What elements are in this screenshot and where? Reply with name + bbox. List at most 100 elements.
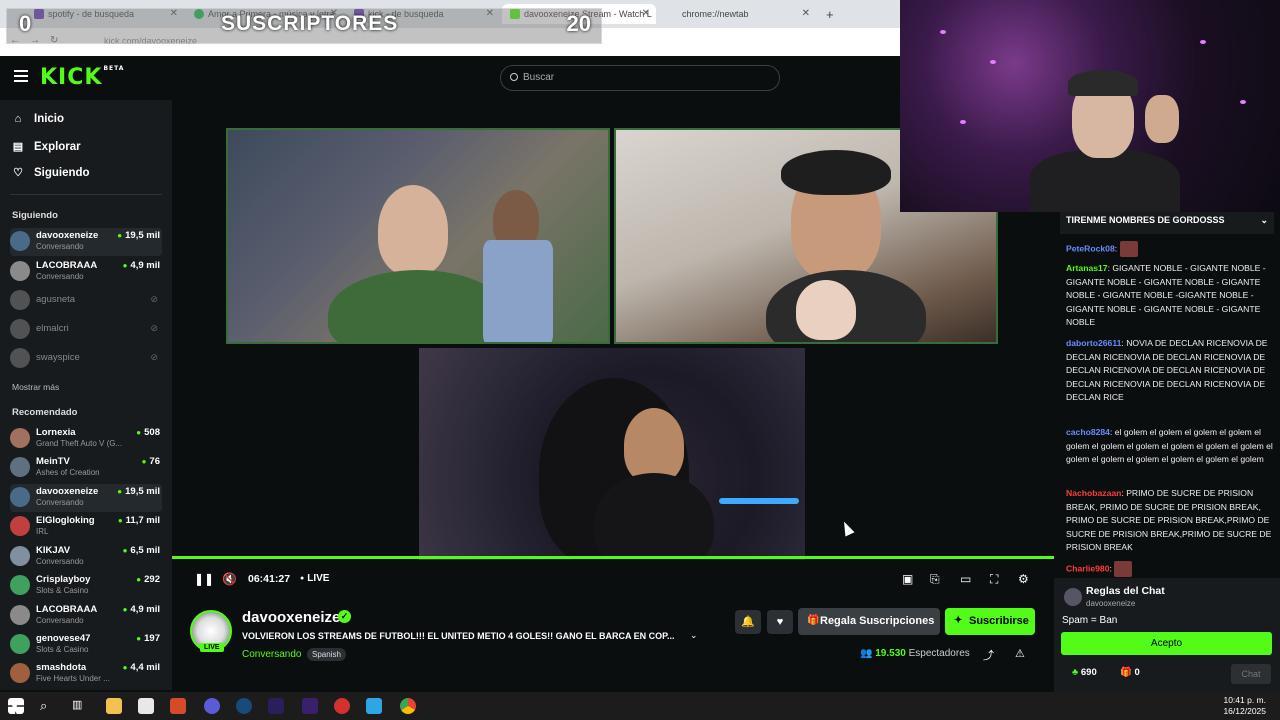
avatar bbox=[10, 487, 30, 507]
calendar-icon[interactable] bbox=[138, 698, 154, 714]
gift-count[interactable]: 🎁 0 bbox=[1120, 667, 1140, 678]
chat-message: Charlie980: bbox=[1066, 561, 1276, 577]
hand-figure bbox=[796, 280, 856, 340]
media-encoder-icon[interactable] bbox=[302, 698, 318, 714]
emote-icon bbox=[1114, 561, 1133, 577]
divider bbox=[10, 194, 162, 195]
chevron-down-icon[interactable]: ⌄ bbox=[1260, 215, 1268, 226]
recommended-section-title: Recomendado bbox=[12, 407, 78, 418]
chat-send-button[interactable]: Chat bbox=[1231, 664, 1271, 684]
subscribe-button[interactable]: ✦ Suscribirse bbox=[945, 608, 1035, 635]
new-tab-button[interactable]: + bbox=[818, 4, 838, 24]
progress-bar[interactable] bbox=[172, 556, 1054, 559]
led-strip bbox=[719, 498, 799, 504]
language-tag[interactable]: Spanish bbox=[307, 648, 346, 661]
avatar bbox=[10, 575, 30, 595]
accept-rules-button[interactable]: Acepto bbox=[1061, 632, 1272, 655]
sidebar-channel[interactable]: KIKJAVConversando6,5 mil bbox=[10, 543, 162, 571]
close-icon[interactable]: ✕ bbox=[642, 8, 650, 19]
avatar bbox=[10, 457, 30, 477]
gift-subscriptions-button[interactable]: 🎁 Regala Suscripciones bbox=[798, 608, 940, 635]
sidebar-channel[interactable]: davooxeneizeConversando19,5 mil bbox=[10, 228, 162, 256]
hand-figure bbox=[1145, 95, 1179, 143]
star-icon: ✦ bbox=[954, 615, 963, 626]
player-controls: ❚❚ 🔇 06:41:27 LIVE ▣ ⎘ ▭ ⛶ ⚙ bbox=[172, 560, 1054, 598]
search-icon[interactable]: ⌕ bbox=[40, 698, 56, 714]
kick-logo[interactable]: KICKBETA bbox=[40, 65, 124, 90]
light-spot bbox=[960, 120, 966, 124]
emote-icon bbox=[1119, 241, 1138, 257]
obs-icon[interactable] bbox=[334, 698, 350, 714]
chat-message: Artanas17: GIGANTE NOBLE - GIGANTE NOBLE… bbox=[1066, 263, 1266, 328]
gift-icon: 🎁 bbox=[1120, 667, 1135, 678]
sidebar-channel[interactable]: smashdotaFive Hearts Under ...4,4 mil bbox=[10, 660, 162, 688]
home-icon: ⌂ bbox=[14, 113, 22, 125]
pause-icon[interactable]: ❚❚ bbox=[194, 572, 214, 586]
light-spot bbox=[1200, 40, 1206, 44]
nav-following[interactable]: ♡ Siguiendo bbox=[12, 166, 90, 180]
avatar bbox=[1064, 588, 1082, 606]
avatar bbox=[10, 546, 30, 566]
sidebar-channel[interactable]: CrisplayboySlots & Casino292 bbox=[10, 572, 162, 600]
miniplayer-icon[interactable]: ▣ bbox=[902, 572, 913, 586]
search-input[interactable]: Buscar bbox=[500, 65, 780, 91]
avatar bbox=[10, 290, 30, 310]
chrome-icon[interactable] bbox=[400, 698, 416, 714]
close-icon[interactable]: ✕ bbox=[802, 8, 810, 19]
chevron-down-icon[interactable]: ⌄ bbox=[690, 630, 698, 641]
steam-icon[interactable] bbox=[236, 698, 252, 714]
category-link[interactable]: Conversando bbox=[242, 649, 301, 660]
pinned-message[interactable]: TIRENME NOMBRES DE GORDOSSS ⌄ bbox=[1060, 212, 1274, 234]
fullscreen-icon[interactable]: ⛶ bbox=[990, 572, 998, 587]
windows-start-icon[interactable] bbox=[8, 698, 24, 714]
app-icon[interactable] bbox=[366, 698, 382, 714]
avatar bbox=[10, 634, 30, 654]
sidebar-channel-offline[interactable]: agusneta ⊘ bbox=[10, 287, 162, 315]
sidebar-channel[interactable]: MeinTVAshes of Creation76 bbox=[10, 454, 162, 482]
theater-mode-icon[interactable]: ▭ bbox=[960, 572, 971, 586]
nav-explore[interactable]: ▤ Explorar bbox=[12, 140, 81, 154]
channel-points[interactable]: ♣ 690 bbox=[1072, 667, 1097, 678]
sidebar-channel[interactable]: ElGloglokingIRL11,7 mil bbox=[10, 513, 162, 541]
chat-rules-panel: Reglas del Chat davooxeneize Spam = Ban … bbox=[1054, 578, 1280, 692]
avatar bbox=[10, 231, 30, 251]
warning-icon[interactable]: ⚠ bbox=[1015, 647, 1025, 660]
avatar bbox=[10, 319, 30, 339]
sidebar-channel-offline[interactable]: swayspice ⊘ bbox=[10, 345, 162, 373]
menu-icon[interactable] bbox=[14, 70, 28, 82]
sidebar-channel-offline[interactable]: elmalcri ⊘ bbox=[10, 316, 162, 344]
site-header: KICKBETA Buscar bbox=[0, 58, 900, 100]
notification-bell-button[interactable]: 🔔 bbox=[735, 610, 761, 634]
system-clock[interactable]: 10:41 p. m. 16/12/2025 bbox=[1223, 695, 1266, 717]
follow-heart-button[interactable]: ♥ bbox=[767, 610, 793, 634]
users-icon: 👥 bbox=[860, 648, 876, 659]
show-more-link[interactable]: Mostrar más bbox=[12, 382, 59, 392]
mute-icon[interactable]: 🔇 bbox=[222, 572, 237, 586]
sidebar: ⌂ Inicio ▤ Explorar ♡ Siguiendo Siguiendo d… bbox=[0, 100, 172, 690]
browser-tab[interactable]: chrome://newtab ✕ bbox=[660, 4, 816, 24]
live-badge: LIVE bbox=[200, 643, 224, 652]
sidebar-channel[interactable]: davooxeneizeConversando19,5 mil bbox=[10, 484, 162, 512]
premiere-icon[interactable] bbox=[268, 698, 284, 714]
person-figure bbox=[378, 185, 448, 275]
live-indicator[interactable]: LIVE bbox=[300, 573, 329, 584]
sidebar-channel[interactable]: LACOBRAAAConversando4,9 mil bbox=[10, 258, 162, 286]
settings-gear-icon[interactable]: ⚙ bbox=[1018, 572, 1029, 586]
sidebar-channel[interactable]: LornexiaGrand Theft Auto V (G...508 bbox=[10, 425, 162, 453]
app-icon[interactable] bbox=[170, 698, 186, 714]
discord-icon[interactable] bbox=[204, 698, 220, 714]
task-view-icon[interactable]: ▥ bbox=[72, 698, 88, 714]
stream-title: VOLVIERON LOS STREAMS DE FUTBOL!!! EL UN… bbox=[242, 631, 675, 641]
sidebar-channel[interactable]: LACOBRAAAConversando4,9 mil bbox=[10, 602, 162, 630]
file-explorer-icon[interactable] bbox=[106, 698, 122, 714]
streamer-name[interactable]: davooxeneize bbox=[242, 609, 340, 626]
share-icon[interactable]: ⤴ bbox=[983, 647, 994, 663]
clip-icon[interactable]: ⎘ bbox=[930, 572, 940, 587]
headphones-figure bbox=[781, 150, 891, 195]
chat-message: daborto26611: NOVIA DE DECLAN RICENOVIA … bbox=[1066, 338, 1268, 403]
avatar bbox=[10, 348, 30, 368]
sidebar-channel[interactable]: genovese47Slots & Casino197 bbox=[10, 631, 162, 659]
nav-home[interactable]: ⌂ Inicio bbox=[12, 113, 64, 125]
heart-icon: ♡ bbox=[13, 167, 23, 179]
offline-icon: ⊘ bbox=[150, 294, 158, 304]
